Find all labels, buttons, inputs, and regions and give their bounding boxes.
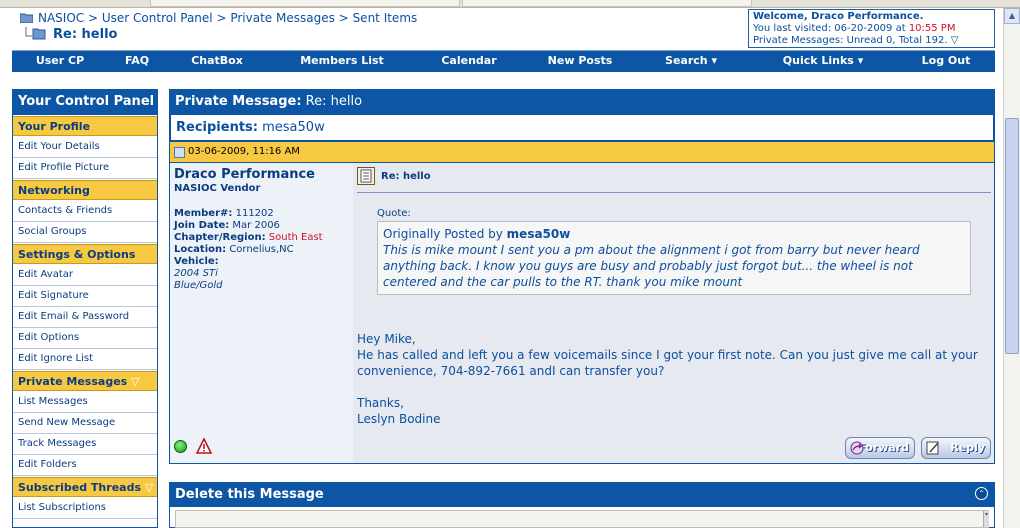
nav-calendar[interactable]: Calendar [436, 50, 502, 72]
dropdown-arrow-icon[interactable]: ▽ [141, 481, 153, 494]
sidebar-head-subscribed-threads[interactable]: Subscribed Threads ▽ [13, 477, 157, 497]
breadcrumb: NASIOC > User Control Panel > Private Me… [38, 11, 417, 27]
sender-title: NASIOC Vendor [174, 183, 261, 194]
dropdown-arrow-icon: ▾ [853, 54, 864, 67]
breadcrumb-separator: > [216, 11, 227, 25]
sidebar-item-edit-folders[interactable]: Edit Folders [13, 455, 157, 476]
recipients-row: Recipients: mesa50w [169, 115, 995, 142]
quote-attribution: Originally Posted by mesa50w [383, 227, 571, 241]
nav-quick-links[interactable]: Quick Links ▾ [780, 50, 866, 72]
warning-icon[interactable] [195, 437, 213, 454]
document-icon [174, 147, 185, 158]
nav-faq[interactable]: FAQ [117, 50, 157, 72]
sidebar-item-edit-avatar[interactable]: Edit Avatar [13, 265, 157, 286]
quote-box: Originally Posted by mesa50w This is mik… [377, 221, 971, 295]
breadcrumb-separator: > [338, 11, 349, 25]
quote-label: Quote: [377, 208, 411, 219]
online-status-icon [174, 440, 187, 453]
message-icon [357, 167, 375, 185]
delete-message-inner [175, 510, 989, 528]
sender-location: Location: Cornelius,NC [174, 244, 294, 255]
collapse-icon[interactable]: ⌃ [975, 487, 988, 500]
welcome-box: Welcome, Draco Performance. You last vis… [748, 9, 995, 48]
sender-chapter: Chapter/Region: South East [174, 232, 323, 243]
welcome-text: Welcome, Draco Performance. [753, 11, 924, 22]
message-date: 03-06-2009, 11:16 AM [188, 146, 300, 157]
nav-new-posts[interactable]: New Posts [545, 50, 615, 72]
breadcrumb-user-cp[interactable]: User Control Panel [102, 11, 213, 25]
sidebar-head-settings[interactable]: Settings & Options [13, 244, 157, 264]
browser-tab[interactable] [150, 0, 460, 7]
inner-scroll-arrow[interactable]: ▾ [983, 511, 989, 527]
folder-icon [19, 12, 34, 24]
message-header-title: Re: hello [305, 94, 363, 109]
breadcrumb-private-messages[interactable]: Private Messages [230, 11, 335, 25]
sidebar-head-your-profile[interactable]: Your Profile [13, 116, 157, 136]
sidebar-item-send-message[interactable]: Send New Message [13, 413, 157, 434]
sender-vehicle-color: Blue/Gold [174, 280, 223, 291]
sidebar-item-contacts[interactable]: Contacts & Friends [13, 201, 157, 222]
browser-tab[interactable] [462, 0, 752, 7]
message-body: Hey Mike, He has called and left you a f… [357, 332, 978, 426]
reply-button[interactable]: Reply [921, 437, 991, 459]
last-visited: You last visited: 06-20-2009 at 10:55 PM [753, 23, 956, 34]
pm-status[interactable]: Private Messages: Unread 0, Total 192. ▽ [753, 35, 990, 47]
sidebar-item-edit-details[interactable]: Edit Your Details [13, 137, 157, 158]
nav-search[interactable]: Search ▾ [660, 50, 722, 72]
sender-vehicle-label: Vehicle: [174, 256, 219, 267]
message-header-label: Private Message: [175, 94, 302, 109]
sidebar-item-edit-signature[interactable]: Edit Signature [13, 286, 157, 307]
recipient-link[interactable]: mesa50w [262, 120, 325, 135]
message-panel-bottom [169, 463, 995, 464]
dropdown-arrow-icon[interactable]: ▽ [951, 35, 959, 46]
sidebar-head-networking[interactable]: Networking [13, 180, 157, 200]
breadcrumb-sent-items[interactable]: Sent Items [353, 11, 418, 25]
sidebar-item-edit-picture[interactable]: Edit Profile Picture [13, 158, 157, 179]
sidebar-item-edit-email[interactable]: Edit Email & Password [13, 307, 157, 328]
sidebar-item-list-messages[interactable]: List Messages [13, 392, 157, 413]
message-title: Re: hello [381, 171, 431, 182]
sender-join-date: Join Date: Mar 2006 [174, 220, 280, 231]
recipients-label: Recipients: [176, 120, 258, 135]
forward-icon [849, 440, 865, 456]
sidebar-title: Your Control Panel [12, 89, 158, 115]
sidebar-item-track-messages[interactable]: Track Messages [13, 434, 157, 455]
reply-icon [925, 440, 941, 456]
sender-member-number: Member#: 111202 [174, 208, 274, 219]
dropdown-arrow-icon[interactable]: ▽ [127, 375, 139, 388]
sidebar-head-private-messages[interactable]: Private Messages ▽ [13, 371, 157, 391]
sidebar-item-edit-options[interactable]: Edit Options [13, 328, 157, 349]
dropdown-arrow-icon: ▾ [707, 54, 717, 67]
nav-members-list[interactable]: Members List [292, 50, 392, 72]
forward-button[interactable]: Forward [845, 437, 915, 459]
sidebar-item-edit-ignore[interactable]: Edit Ignore List [13, 349, 157, 370]
reply-arrow-icon [24, 27, 48, 41]
breadcrumb-nasioc[interactable]: NASIOC [38, 11, 84, 25]
nav-log-out[interactable]: Log Out [918, 50, 974, 72]
delete-message-header: Delete this Message [169, 482, 995, 507]
page-title: Re: hello [53, 27, 118, 42]
quote-text: This is mike mount I sent you a pm about… [383, 243, 920, 289]
sender-name[interactable]: Draco Performance [174, 167, 315, 182]
sidebar-item-list-subscriptions[interactable]: List Subscriptions [13, 498, 157, 519]
nav-user-cp[interactable]: User CP [30, 50, 90, 72]
message-header: Private Message: Re: hello [169, 89, 995, 115]
nav-chatbox[interactable]: ChatBox [182, 50, 252, 72]
scroll-thumb[interactable] [1005, 118, 1019, 354]
sender-vehicle-model: 2004 STi [174, 268, 218, 279]
quote-author[interactable]: mesa50w [507, 227, 571, 241]
message-title-divider [357, 192, 991, 193]
last-visited-time: 10:55 PM [908, 23, 956, 34]
message-date-bar: 03-06-2009, 11:16 AM [169, 142, 995, 163]
breadcrumb-separator: > [88, 11, 99, 25]
scroll-up-button[interactable]: ▲ [1004, 8, 1020, 24]
sidebar-item-social-groups[interactable]: Social Groups [13, 222, 157, 243]
